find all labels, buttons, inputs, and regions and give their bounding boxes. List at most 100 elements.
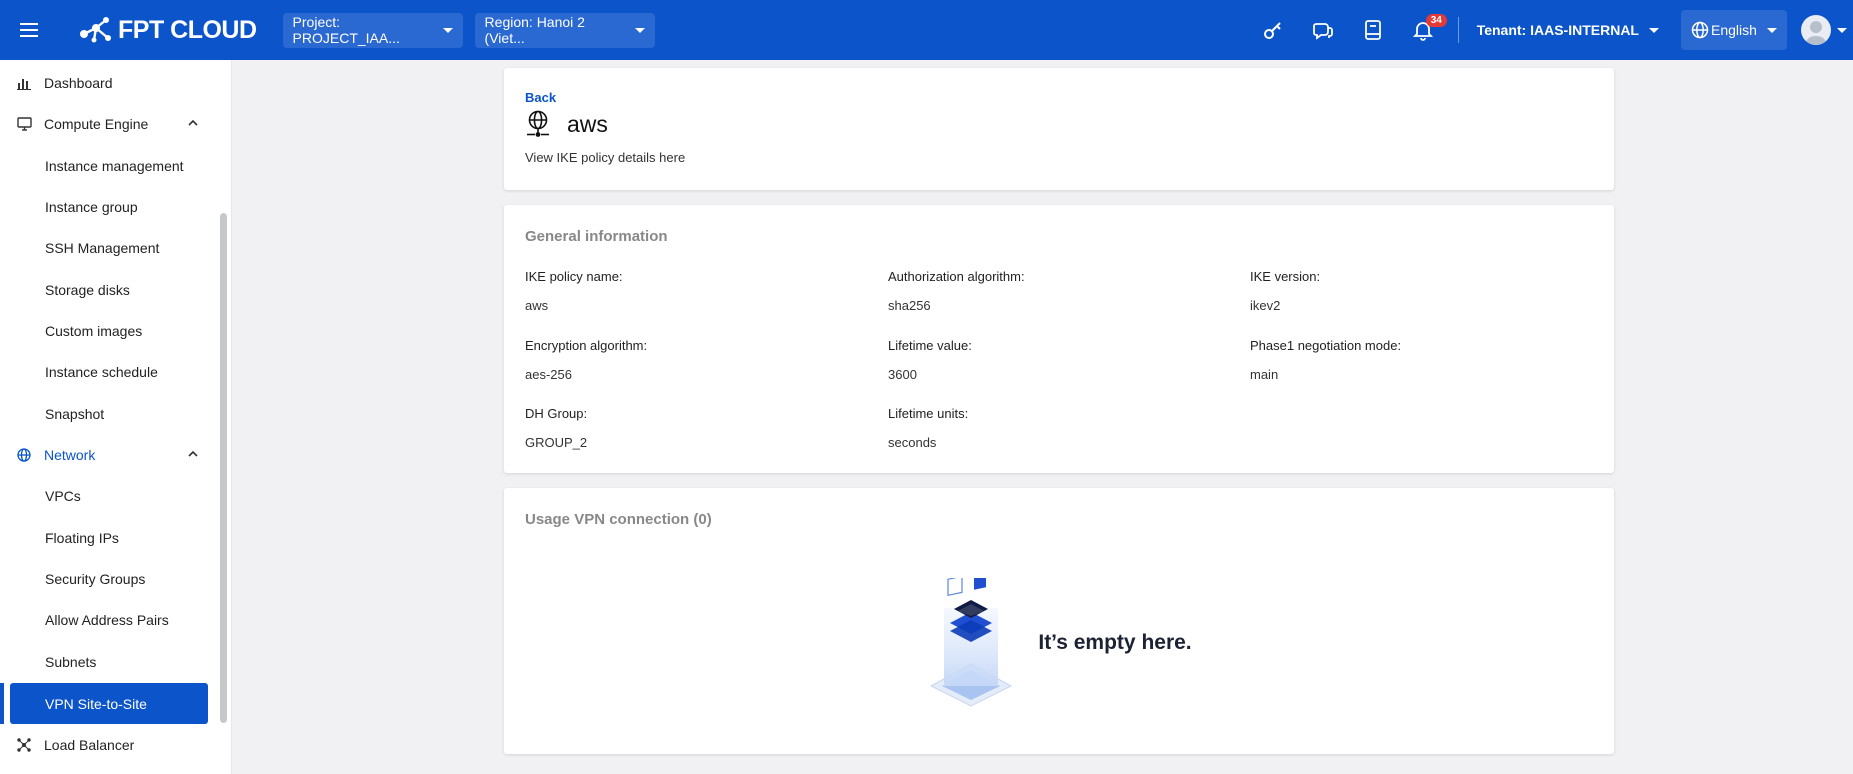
bell-icon[interactable]: 34: [1398, 0, 1448, 60]
region-selector-label: Region: Hanoi 2 (Viet...: [484, 14, 585, 46]
field-label: DH Group:: [525, 406, 588, 421]
region-selector[interactable]: Region: Hanoi 2 (Viet...: [474, 12, 655, 48]
sidebar-item-security-groups[interactable]: Security Groups: [0, 558, 216, 599]
notification-badge: 34: [1425, 14, 1447, 27]
sidebar-item-storage-disks[interactable]: Storage disks: [0, 269, 216, 310]
menu-icon[interactable]: [0, 0, 58, 60]
bar-chart-icon: [16, 75, 32, 91]
empty-state-text: It’s empty here.: [1038, 631, 1192, 654]
field-phase1-negotiation-mode: Phase1 negotiation mode: main: [1250, 338, 1590, 382]
globe-icon: [16, 447, 32, 463]
sidebar-item-load-balancer[interactable]: Load Balancer: [0, 724, 216, 765]
sidebar-item-label: Instance schedule: [45, 363, 158, 380]
sidebar-item-dashboard[interactable]: Dashboard: [0, 62, 216, 103]
sidebar-item-label: Security Groups: [45, 570, 146, 587]
usage-vpn-connection-card: Usage VPN connection (0) It’s empty here…: [504, 488, 1614, 754]
chevron-up-icon: [188, 119, 198, 126]
brand-name: FPT CLOUD: [118, 15, 257, 44]
sidebar-item-allow-address-pairs[interactable]: Allow Address Pairs: [0, 599, 216, 640]
field-value: 3600: [888, 367, 917, 382]
support-icon[interactable]: [1298, 0, 1348, 60]
globe-icon: [1691, 21, 1709, 39]
field-label: IKE policy name:: [525, 269, 623, 284]
sidebar-item-label: Snapshot: [45, 405, 105, 422]
sidebar-item-vpcs[interactable]: VPCs: [0, 475, 216, 516]
caret-down-icon: [634, 27, 645, 33]
project-selector[interactable]: Project: PROJECT_IAA...: [282, 12, 463, 48]
field-value: aws: [525, 298, 549, 313]
caret-down-icon[interactable]: [1837, 27, 1847, 33]
field-lifetime-value: Lifetime value: 3600: [888, 338, 1228, 382]
sidebar-item-label: VPN Site-to-Site: [45, 695, 147, 712]
sidebar-item-instance-management[interactable]: Instance management: [0, 145, 216, 186]
back-link[interactable]: Back: [525, 90, 556, 105]
sidebar: Dashboard Compute Engine Instance manage…: [0, 60, 232, 774]
sidebar-item-vpn-site-to-site[interactable]: VPN Site-to-Site: [10, 683, 208, 724]
general-information-card: General information IKE policy name: aws…: [504, 205, 1614, 473]
sidebar-item-label: Instance group: [45, 198, 138, 215]
sidebar-item-label: Storage disks: [45, 281, 130, 298]
sidebar-item-label: Network: [44, 446, 96, 463]
field-authorization-algorithm: Authorization algorithm: sha256: [888, 269, 1228, 313]
project-selector-label: Project: PROJECT_IAA...: [292, 14, 400, 46]
field-value: GROUP_2: [525, 435, 588, 450]
sidebar-item-custom-images[interactable]: Custom images: [0, 310, 216, 351]
page-subtitle: View IKE policy details here: [525, 150, 686, 165]
sidebar-item-label: Floating IPs: [45, 529, 119, 546]
caret-down-icon: [442, 27, 453, 33]
sidebar-item-subnets[interactable]: Subnets: [0, 641, 216, 682]
logo-network-icon: [80, 17, 111, 43]
language-label: English: [1711, 22, 1757, 38]
section-title: General information: [525, 228, 668, 245]
top-right-actions: 34 Tenant: IAAS-INTERNAL English: [1248, 0, 1853, 60]
sidebar-item-label: SSH Management: [45, 239, 160, 256]
sidebar-item-compute-engine[interactable]: Compute Engine: [0, 103, 216, 144]
load-balancer-icon: [16, 737, 32, 753]
sidebar-item-label: VPCs: [45, 487, 81, 504]
tenant-selector[interactable]: Tenant: IAAS-INTERNAL: [1477, 22, 1659, 38]
sidebar-item-label: Subnets: [45, 653, 97, 670]
field-lifetime-units: Lifetime units: seconds: [888, 406, 1228, 450]
field-value: aes-256: [525, 367, 572, 382]
empty-state: It’s empty here.: [504, 578, 1614, 708]
field-value: ikev2: [1250, 298, 1281, 313]
chevron-up-icon: [188, 450, 198, 457]
field-label: Encryption algorithm:: [525, 338, 648, 353]
field-label: Phase1 negotiation mode:: [1250, 338, 1402, 353]
sidebar-item-instance-group[interactable]: Instance group: [0, 186, 216, 227]
section-title: Usage VPN connection (0): [525, 511, 712, 528]
sidebar-item-label: Allow Address Pairs: [45, 611, 169, 628]
field-ike-version: IKE version: ikev2: [1250, 269, 1590, 313]
sidebar-item-ssh-management[interactable]: SSH Management: [0, 227, 216, 268]
sidebar-item-floating-ips[interactable]: Floating IPs: [0, 517, 216, 558]
language-selector[interactable]: English: [1681, 10, 1787, 50]
sidebar-item-network[interactable]: Network: [0, 434, 216, 475]
caret-down-icon: [1649, 27, 1659, 33]
user-icon[interactable]: [1801, 15, 1831, 45]
field-ike-policy-name: IKE policy name: aws: [525, 269, 865, 313]
sidebar-item-label: Load Balancer: [44, 736, 135, 753]
active-indicator: [0, 683, 4, 724]
field-label: Authorization algorithm:: [888, 269, 1025, 284]
field-dh-group: DH Group: GROUP_2: [525, 406, 865, 450]
field-value: sha256: [888, 298, 931, 313]
key-icon[interactable]: [1248, 0, 1298, 60]
field-label: Lifetime value:: [888, 338, 972, 353]
sidebar-item-label: Instance management: [45, 157, 184, 174]
sidebar-scrollbar[interactable]: [220, 213, 227, 723]
book-icon[interactable]: [1348, 0, 1398, 60]
policy-header-card: Back aws View IKE policy details here: [504, 68, 1614, 190]
sidebar-item-label: Compute Engine: [44, 115, 149, 132]
monitor-icon: [16, 116, 32, 132]
field-value: seconds: [888, 435, 937, 450]
caret-down-icon: [1767, 27, 1777, 33]
brand-logo[interactable]: FPT CLOUD: [76, 16, 257, 45]
empty-box-illustration-icon: [930, 578, 1013, 707]
field-label: IKE version:: [1250, 269, 1321, 284]
field-encryption-algorithm: Encryption algorithm: aes-256: [525, 338, 865, 382]
sidebar-item-instance-schedule[interactable]: Instance schedule: [0, 351, 216, 392]
sidebar-item-snapshot[interactable]: Snapshot: [0, 393, 216, 434]
field-value: main: [1250, 367, 1279, 382]
page-title: aws: [567, 110, 608, 137]
page-title-row: aws: [525, 110, 608, 138]
